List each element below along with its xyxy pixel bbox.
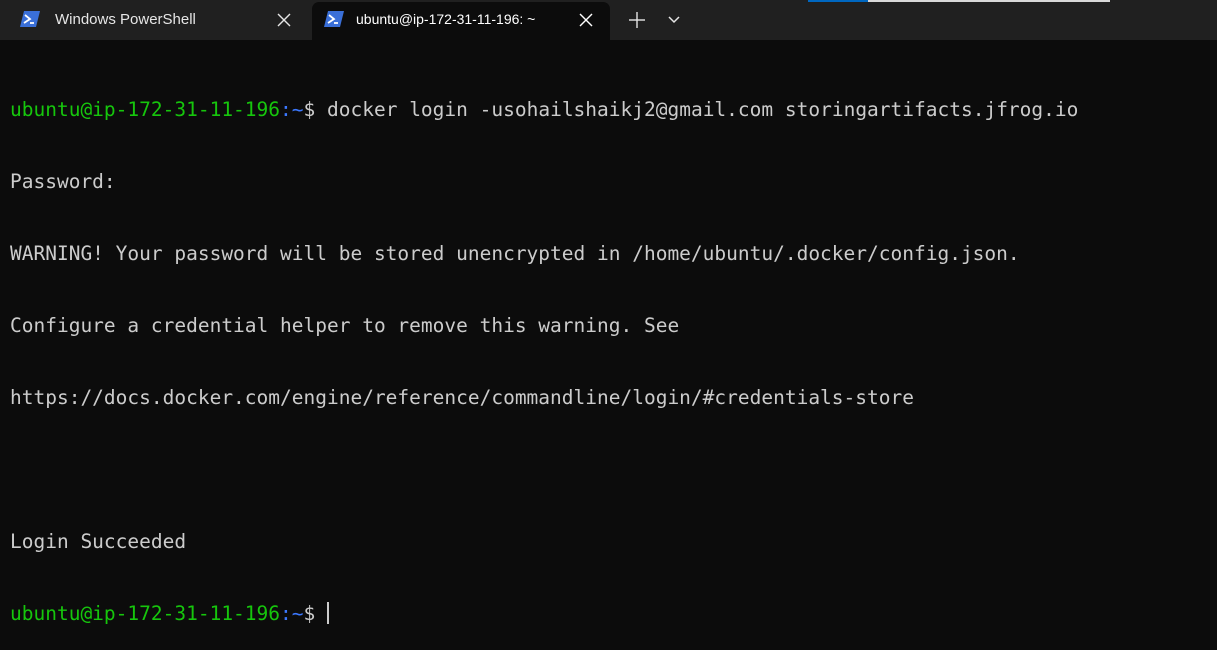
terminal-output[interactable]: ubuntu@ip-172-31-11-196:~$ docker login … (10, 50, 1217, 422)
prompt-path: :~ (280, 98, 303, 121)
output-line: https://docs.docker.com/engine/reference… (10, 386, 1217, 410)
command-line: ubuntu@ip-172-31-11-196:~$ docker login … (10, 98, 1217, 122)
title-bar: Windows PowerShell ubuntu@ip-172-31-11-1… (0, 0, 1217, 40)
text-cursor (327, 602, 329, 624)
prompt-symbol: $ (304, 98, 316, 121)
prompt-path: :~ (280, 602, 303, 625)
chevron-down-icon[interactable] (664, 12, 684, 28)
window-strip-accent (808, 0, 868, 2)
window-strip-light (868, 0, 1110, 2)
command-text: docker login -usohailshaikj2@gmail.com s… (327, 98, 1078, 121)
close-icon[interactable] (276, 12, 292, 28)
output-line: Configure a credential helper to remove … (10, 314, 1217, 338)
tab-windows-powershell[interactable]: Windows PowerShell (0, 0, 308, 40)
prompt-symbol: $ (304, 602, 316, 625)
tab-title: ubuntu@ip-172-31-11-196: ~ (356, 11, 535, 27)
tab-title: Windows PowerShell (55, 11, 196, 28)
powershell-icon (20, 10, 40, 28)
prompt-user: ubuntu@ip-172-31-11-196 (10, 98, 280, 121)
output-line: WARNING! Your password will be stored un… (10, 242, 1217, 266)
new-tab-plus-icon[interactable] (626, 10, 648, 30)
output-line: Password: (10, 170, 1217, 194)
output-line (10, 458, 1217, 482)
prompt-line: ubuntu@ip-172-31-11-196:~$ (10, 602, 1217, 626)
close-icon[interactable] (578, 12, 594, 28)
powershell-icon (324, 10, 344, 28)
output-line: Login Succeeded (10, 530, 1217, 554)
prompt-user: ubuntu@ip-172-31-11-196 (10, 602, 280, 625)
tab-ubuntu[interactable]: ubuntu@ip-172-31-11-196: ~ (312, 2, 610, 40)
